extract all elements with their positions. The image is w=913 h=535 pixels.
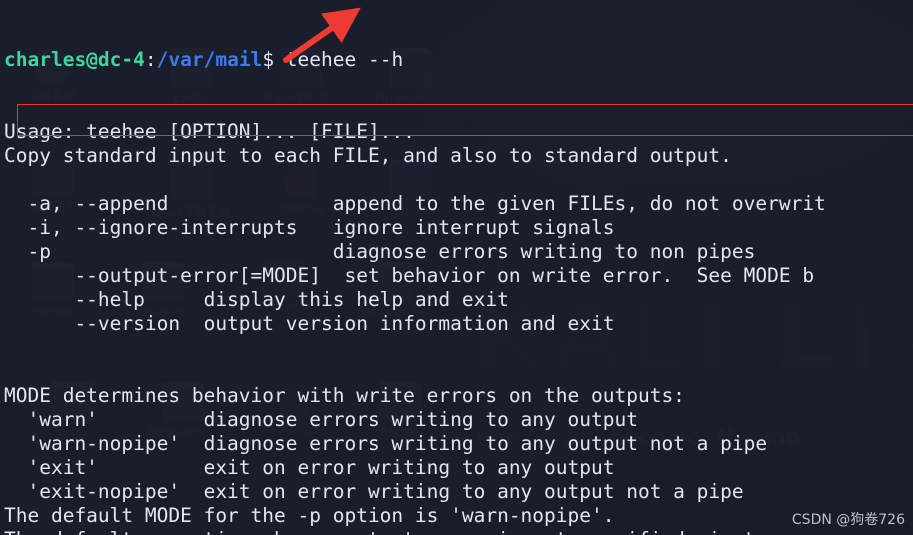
terminal-line: The default operation when --output-erro… xyxy=(4,528,826,535)
terminal-line: 'exit' exit on error writing to any outp… xyxy=(4,456,615,479)
csdn-watermark: CSDN @狗卷726 xyxy=(791,512,905,528)
prompt-symbol: $ xyxy=(262,48,275,71)
terminal-line: Usage: teehee [OPTION]... [FILE]... xyxy=(4,120,415,143)
prompt-separator: : xyxy=(144,48,157,71)
terminal-line: 'warn' diagnose errors writing to any ou… xyxy=(4,408,638,431)
terminal-line: --output-error[=MODE] set behavior on wr… xyxy=(4,264,815,287)
prompt-path: /var/mail xyxy=(156,48,263,71)
prompt-user-host: charles@dc-4 xyxy=(4,48,145,71)
screenshot-root: KALI LI the m e i t you become, the mo 文… xyxy=(0,0,913,535)
terminal-line: --help display this help and exit xyxy=(4,288,509,311)
terminal-output: charles@dc-4:/var/mail$ teehee --h Usage… xyxy=(4,0,826,535)
terminal-window[interactable]: charles@dc-4:/var/mail$ teehee --h Usage… xyxy=(0,0,913,535)
terminal-line: -i, --ignore-interrupts ignore interrupt… xyxy=(4,216,615,239)
prompt-command: teehee --h xyxy=(274,48,404,71)
terminal-output-lines: Usage: teehee [OPTION]... [FILE]... Copy … xyxy=(4,120,826,535)
terminal-line: 'exit-nopipe' exit on error writing to a… xyxy=(4,480,744,503)
terminal-line: The default MODE for the -p option is 'w… xyxy=(4,504,615,527)
terminal-line: MODE determines behavior with write erro… xyxy=(4,384,685,407)
terminal-line: Copy standard input to each FILE, and al… xyxy=(4,144,732,167)
terminal-line: 'warn-nopipe' diagnose errors writing to… xyxy=(4,432,768,455)
terminal-line: --version output version information and… xyxy=(4,312,615,335)
terminal-line: -a, --append append to the given FILEs, … xyxy=(4,192,826,215)
terminal-prompt-line: charles@dc-4:/var/mail$ teehee --h xyxy=(4,48,826,72)
terminal-line: -p diagnose errors writing to non pipes xyxy=(4,240,756,263)
